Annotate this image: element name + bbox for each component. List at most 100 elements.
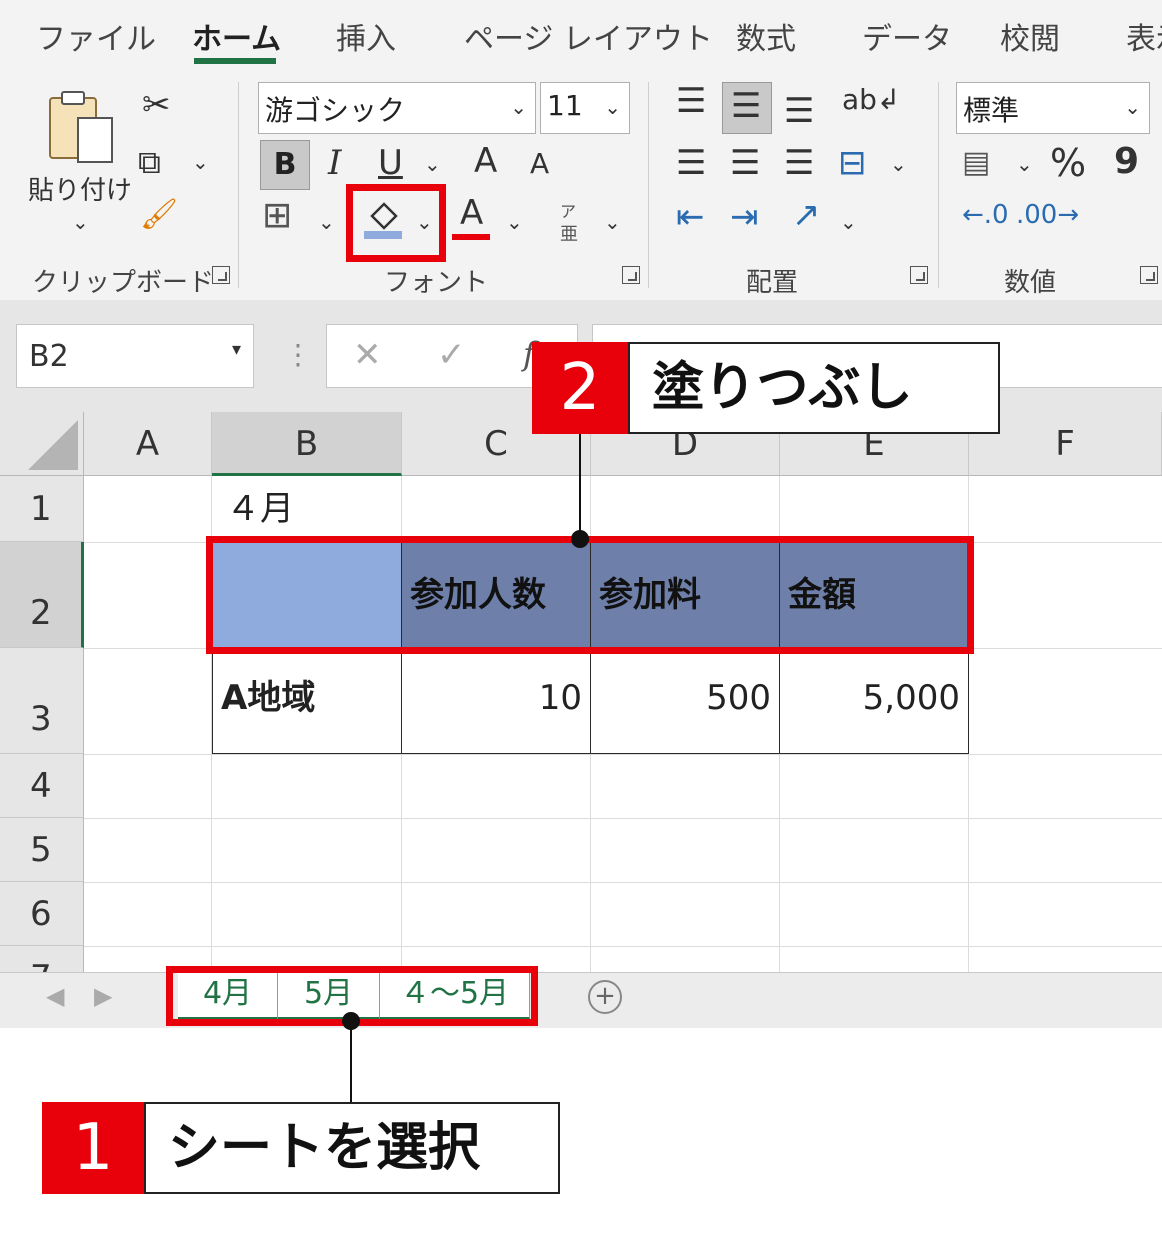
increase-font-size-button[interactable]: A	[474, 144, 497, 178]
next-sheet-icon[interactable]: ▶	[94, 982, 112, 1010]
callout-text-select-sheet: シートを選択	[144, 1102, 560, 1194]
clipboard-launcher-icon[interactable]	[212, 266, 230, 284]
increase-indent-icon[interactable]: ⇥	[730, 200, 759, 234]
select-all-corner[interactable]	[0, 412, 84, 476]
cell-e3[interactable]: 5,000	[779, 648, 969, 754]
gridline	[84, 818, 1162, 819]
borders-dropdown-chevron-icon[interactable]: ⌄	[318, 210, 335, 234]
callout-text-fill: 塗りつぶし	[628, 342, 1000, 434]
copy-icon[interactable]: ⧉	[138, 146, 161, 178]
tab-page-layout[interactable]: ページ レイアウト	[464, 14, 713, 58]
active-tab-indicator	[194, 58, 276, 64]
align-center-icon[interactable]: ☰	[730, 146, 760, 180]
number-launcher-icon[interactable]	[1140, 266, 1158, 284]
group-label-font: フォント	[384, 268, 489, 298]
tab-view[interactable]: 表示	[1126, 14, 1162, 58]
name-box[interactable]: B2 ▾	[16, 324, 254, 388]
add-sheet-button[interactable]: +	[588, 980, 622, 1014]
cell-b3[interactable]: A地域	[212, 648, 402, 754]
gridline	[84, 754, 1162, 755]
font-color-swatch	[452, 234, 490, 240]
tab-file[interactable]: ファイル	[36, 14, 156, 58]
tab-review[interactable]: 校閲	[1000, 14, 1060, 58]
percent-style-button[interactable]: %	[1050, 144, 1086, 182]
font-name-value: 游ゴシック	[265, 94, 406, 127]
group-divider	[648, 82, 649, 288]
bold-button[interactable]: B	[260, 140, 310, 190]
cell-b1[interactable]: ４月	[226, 476, 294, 542]
decrease-indent-icon[interactable]: ⇤	[676, 200, 705, 234]
gridline	[84, 882, 1162, 883]
accounting-dropdown-chevron-icon[interactable]: ⌄	[1016, 152, 1033, 176]
callout-leader-line	[350, 1020, 352, 1104]
paste-icon[interactable]	[46, 88, 118, 170]
borders-icon[interactable]: ⊞	[262, 198, 292, 234]
prev-sheet-icon[interactable]: ◀	[46, 982, 64, 1010]
row-header-6[interactable]: 6	[0, 882, 84, 946]
font-launcher-icon[interactable]	[622, 266, 640, 284]
number-format-select[interactable]: 標準 ⌄	[956, 82, 1150, 134]
paste-label[interactable]: 貼り付け	[28, 170, 132, 207]
highlight-fill-color	[346, 184, 446, 262]
merge-center-icon[interactable]: ⊟	[838, 146, 867, 180]
tab-home[interactable]: ホーム	[192, 14, 281, 58]
copy-dropdown-chevron-icon[interactable]: ⌄	[192, 150, 209, 174]
cell-d3[interactable]: 500	[590, 648, 780, 754]
wrap-text-icon[interactable]: ab↲	[842, 86, 900, 114]
tab-insert[interactable]: 挿入	[336, 14, 396, 58]
chevron-down-icon: ▾	[231, 339, 241, 360]
cancel-icon[interactable]: ✕	[353, 335, 382, 375]
group-divider	[938, 82, 939, 288]
comma-style-button[interactable]: 9	[1114, 144, 1139, 180]
row-header-2[interactable]: 2	[0, 542, 84, 648]
row-header-3[interactable]: 3	[0, 648, 84, 754]
callout-leader-line	[579, 434, 581, 540]
orientation-dropdown-chevron-icon[interactable]: ⌄	[840, 210, 857, 234]
phonetic-guide-bottom[interactable]: 亜	[560, 220, 578, 246]
align-left-icon[interactable]: ☰	[676, 146, 706, 180]
row-header-7[interactable]: 7	[0, 946, 84, 972]
ribbon: ファイル ホーム 挿入 ページ レイアウト 数式 データ 校閲 表示 貼り付け …	[0, 0, 1162, 300]
group-divider	[238, 82, 239, 288]
enter-icon[interactable]: ✓	[437, 335, 466, 375]
row-header-4[interactable]: 4	[0, 754, 84, 818]
font-name-select[interactable]: 游ゴシック ⌄	[258, 82, 536, 134]
decrease-font-size-button[interactable]: A	[530, 150, 549, 178]
align-right-icon[interactable]: ☰	[784, 146, 814, 180]
phonetic-guide-top[interactable]: ア	[560, 198, 576, 222]
paste-dropdown-chevron-icon[interactable]: ⌄	[72, 210, 89, 234]
italic-button[interactable]: I	[328, 146, 341, 180]
tab-data[interactable]: データ	[862, 14, 952, 58]
cell-c3[interactable]: 10	[401, 648, 591, 754]
underline-button[interactable]: U	[378, 146, 403, 180]
align-bottom-icon[interactable]: ☰	[784, 94, 814, 128]
cut-icon[interactable]: ✂	[142, 88, 171, 122]
number-format-value: 標準	[963, 94, 1020, 127]
column-header-a[interactable]: A	[84, 412, 212, 476]
column-header-b[interactable]: B	[212, 412, 402, 476]
font-color-button[interactable]: A	[460, 196, 483, 230]
align-middle-button[interactable]: ☰	[722, 82, 772, 134]
row-header-5[interactable]: 5	[0, 818, 84, 882]
callout-number-2: 2	[532, 342, 628, 434]
increase-decimal-icon[interactable]: ←.0	[962, 202, 1009, 228]
font-color-dropdown-chevron-icon[interactable]: ⌄	[506, 210, 523, 234]
row-header-1[interactable]: 1	[0, 476, 84, 542]
align-middle-icon: ☰	[731, 86, 762, 126]
worksheet-grid: A B C D E F 1 2 3 4 5 6 7 ４月 参加人数 参加料 金額…	[0, 412, 1162, 972]
phonetic-dropdown-chevron-icon[interactable]: ⌄	[604, 210, 621, 234]
merge-dropdown-chevron-icon[interactable]: ⌄	[890, 152, 907, 176]
alignment-launcher-icon[interactable]	[910, 266, 928, 284]
decrease-decimal-icon[interactable]: .00→	[1016, 202, 1079, 228]
chevron-down-icon: ⌄	[510, 95, 527, 119]
format-painter-icon[interactable]: 🖌	[140, 200, 178, 230]
accounting-format-icon[interactable]: ▤	[962, 148, 990, 178]
chevron-down-icon: ⌄	[604, 95, 621, 119]
font-size-select[interactable]: 11 ⌄	[540, 82, 630, 134]
callout-number-1: 1	[42, 1102, 144, 1194]
tab-formulas[interactable]: 数式	[736, 14, 796, 58]
align-top-icon[interactable]: ☰	[676, 84, 706, 118]
more-options-icon[interactable]: ⋮	[284, 338, 312, 371]
orientation-icon[interactable]: ↗	[792, 198, 821, 232]
underline-dropdown-chevron-icon[interactable]: ⌄	[424, 152, 441, 176]
